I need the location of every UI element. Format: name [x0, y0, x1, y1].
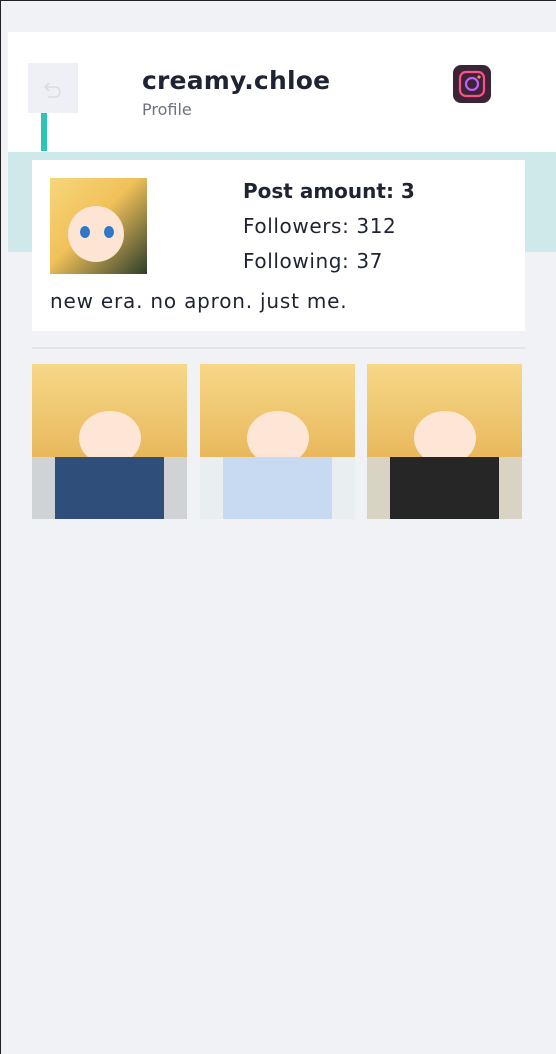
window-top-edge — [0, 0, 556, 6]
avatar[interactable] — [50, 178, 147, 274]
accent-bar — [41, 113, 47, 151]
profile-bio: new era. no apron. just me. — [50, 289, 348, 313]
profile-header: creamy.chloe Profile — [8, 32, 556, 152]
post-thumbnail[interactable] — [200, 364, 355, 519]
back-button[interactable] — [28, 63, 78, 113]
following-stat[interactable]: Following: 37 — [243, 249, 383, 273]
post-thumbnail[interactable] — [367, 364, 522, 519]
page-subtitle: Profile — [142, 100, 192, 119]
post-amount-stat: Post amount: 3 — [243, 179, 415, 203]
instagram-camera-icon[interactable] — [453, 65, 491, 103]
section-divider — [32, 347, 525, 349]
followers-stat[interactable]: Followers: 312 — [243, 214, 396, 238]
avatar-face-shape — [68, 206, 124, 262]
thumbnail-art — [223, 457, 332, 519]
thumbnail-art — [55, 457, 164, 519]
post-thumbnail[interactable] — [32, 364, 187, 519]
avatar-eye-shape — [104, 226, 114, 238]
avatar-eye-shape — [80, 226, 90, 238]
profile-card: Post amount: 3 Followers: 312 Following:… — [32, 160, 525, 331]
thumbnail-art — [390, 457, 499, 519]
posts-grid — [32, 364, 522, 519]
window-left-edge — [0, 0, 1, 1054]
profile-username: creamy.chloe — [142, 66, 331, 95]
back-arrow-icon — [43, 82, 61, 98]
camera-glyph-icon — [458, 70, 486, 98]
